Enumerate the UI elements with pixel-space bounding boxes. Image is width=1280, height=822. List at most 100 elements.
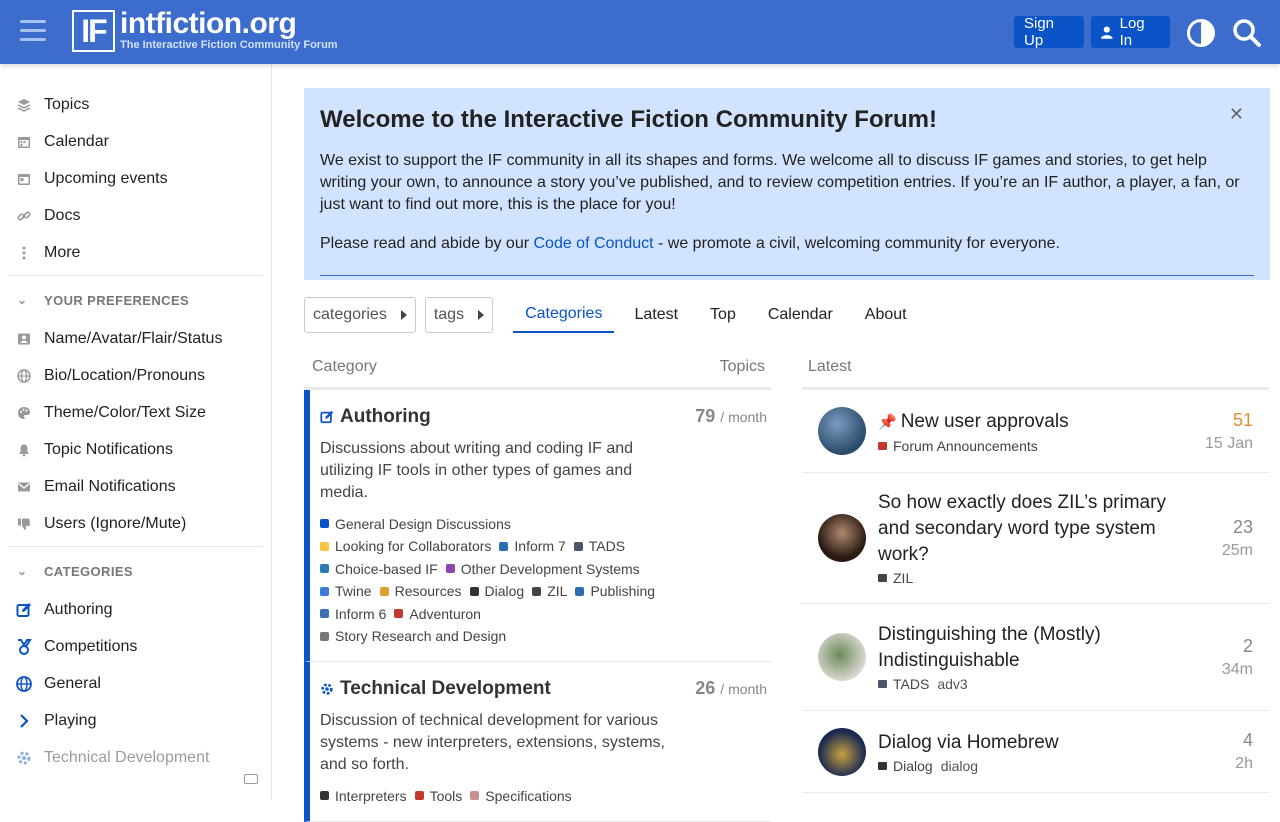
site-header: IF intfiction.org The Interactive Fictio… [0,0,1280,64]
search-icon[interactable] [1232,18,1262,48]
latest-topic-row[interactable]: Dialog via Homebrew Dialog dialog 4 2h [802,711,1269,793]
category-topic-count: 79 / month [695,406,767,427]
topic-title[interactable]: New user approvals [901,411,1069,432]
topic-category[interactable]: Forum Announcements [878,438,1168,454]
category-label: TADS [893,676,930,692]
sidebar-item-calendar[interactable]: Calendar [0,123,271,160]
tab-latest[interactable]: Latest [622,297,690,333]
reply-count[interactable]: 2 [1222,636,1253,657]
subcategory-link[interactable]: Choice-based IF [320,558,438,580]
topic-title[interactable]: Distinguishing the (Mostly) Indistinguis… [878,622,1168,674]
sidebar-item-email-notifications[interactable]: Email Notifications [0,468,271,505]
subcategory-label: Looking for Collaborators [335,538,492,554]
sidebar-item-users-ignore[interactable]: Users (Ignore/Mute) [0,505,271,542]
subcategory-link[interactable]: TADS [573,535,625,557]
sidebar-item-theme[interactable]: Theme/Color/Text Size [0,394,271,431]
subcategory-link[interactable]: Inform 7 [499,535,566,557]
topic-category[interactable]: TADS adv3 [878,676,1168,692]
tab-top[interactable]: Top [698,297,748,333]
avatar[interactable] [818,633,866,681]
activity-time[interactable]: 25m [1222,542,1253,560]
subcategory-label: Resources [394,583,462,599]
subcategory-link[interactable]: Tools [414,785,462,807]
subcategory-link[interactable]: ZIL [532,580,567,602]
subcategory-link[interactable]: Specifications [470,785,572,807]
topic-tag[interactable]: adv3 [937,676,967,692]
tab-calendar[interactable]: Calendar [756,297,845,333]
subcategory-label: ZIL [547,583,568,599]
tab-categories[interactable]: Categories [513,297,615,333]
topic-title[interactable]: Dialog via Homebrew [878,730,1168,756]
sidebar-item-authoring[interactable]: Authoring [0,591,271,628]
close-icon[interactable]: ✕ [1229,104,1244,125]
activity-time[interactable]: 34m [1222,661,1253,679]
topic-category[interactable]: Dialog dialog [878,758,1168,774]
category-row-technical-development[interactable]: Technical Development 26 / month Discuss… [304,662,771,822]
topic-tag[interactable]: dialog [941,758,978,774]
sidebar-item-playing[interactable]: Playing [0,702,271,739]
count-value: 26 [695,678,716,698]
sidebar-item-upcoming-events[interactable]: Upcoming events [0,160,271,197]
latest-topic-row[interactable]: Distinguishing the (Mostly) Indistinguis… [802,604,1269,711]
code-of-conduct-link[interactable]: Code of Conduct [533,235,653,252]
topic-title[interactable]: So how exactly does ZIL’s primary and se… [878,490,1168,568]
sidebar-item-bio-location[interactable]: Bio/Location/Pronouns [0,357,271,394]
categories-dropdown[interactable]: categories [304,297,416,333]
subcategory-label: Other Development Systems [460,560,640,577]
caret-right-icon [478,310,485,320]
avatar[interactable] [818,727,866,776]
category-name[interactable]: Authoring [340,406,431,428]
subcategory-icon [499,541,509,551]
sidebar-item-docs[interactable]: Docs [0,197,271,234]
subcategory-link[interactable]: Twine [320,580,372,602]
reply-count[interactable]: 51 [1205,410,1253,431]
sidebar-item-general[interactable]: General [0,665,271,702]
megaphone-icon [878,441,887,450]
sidebar-section-categories[interactable]: ⌄ CATEGORIES [0,551,271,591]
medal-icon [16,638,32,655]
globe-icon [16,368,32,384]
sidebar-item-name-avatar[interactable]: Name/Avatar/Flair/Status [0,320,271,357]
avatar[interactable] [818,514,866,562]
sidebar-item-topic-notifications[interactable]: Topic Notifications [0,431,271,468]
subcategory-link[interactable]: Other Development Systems [445,558,640,580]
site-logo[interactable]: IF intfiction.org The Interactive Fictio… [72,9,338,52]
banner-title: Welcome to the Interactive Fiction Commu… [320,106,937,133]
reply-count[interactable]: 23 [1222,517,1253,538]
latest-topic-row[interactable]: 📌 New user approvals Forum Announcements … [802,390,1269,473]
tab-about[interactable]: About [853,297,919,333]
latest-topic-row[interactable]: So how exactly does ZIL’s primary and se… [802,473,1269,604]
sidebar-item-label: Upcoming events [44,169,168,187]
subcategory-link[interactable]: Publishing [575,580,655,602]
sidebar-item-label: Topic Notifications [44,440,173,458]
category-name[interactable]: Technical Development [340,678,551,700]
sidebar-item-topics[interactable]: Topics [0,86,271,123]
dark-mode-toggle-icon[interactable] [1186,18,1216,48]
subcategory-link[interactable]: Inform 6 [320,603,386,625]
subcategory-link[interactable]: Looking for Collaborators [320,535,491,557]
subcategory-link[interactable]: Dialog [469,580,524,602]
sign-up-button[interactable]: Sign Up [1014,15,1084,49]
sidebar-section-preferences[interactable]: ⌄ YOUR PREFERENCES [0,280,271,320]
keyboard-shortcuts-icon[interactable] [244,774,258,784]
subcategory-link[interactable]: Resources [379,580,462,602]
reply-count[interactable]: 4 [1235,730,1253,751]
log-in-button[interactable]: Log In [1091,15,1170,49]
sidebar-item-technical-development[interactable]: Technical Development [0,739,271,776]
tags-dropdown[interactable]: tags [424,297,494,333]
subcategory-link[interactable]: Story Research and Design [320,625,506,647]
banner-paragraph: We exist to support the IF community in … [320,152,1240,213]
activity-time[interactable]: 15 Jan [1205,435,1253,453]
category-row-authoring[interactable]: Authoring 79 / month Discussions about w… [304,390,771,662]
banner-divider [320,275,1254,276]
subcategory-link[interactable]: Adventuron [394,603,481,625]
hamburger-menu-icon[interactable] [20,20,46,44]
subcategory-link[interactable]: Interpreters [320,785,407,807]
avatar[interactable] [818,407,866,455]
activity-time[interactable]: 2h [1235,755,1253,773]
topic-category[interactable]: ZIL [878,570,1168,586]
column-header-category: Category [312,358,377,375]
subcategory-link[interactable]: General Design Discussions [320,513,511,535]
sidebar-item-competitions[interactable]: Competitions [0,628,271,665]
sidebar-item-more[interactable]: More [0,234,271,271]
